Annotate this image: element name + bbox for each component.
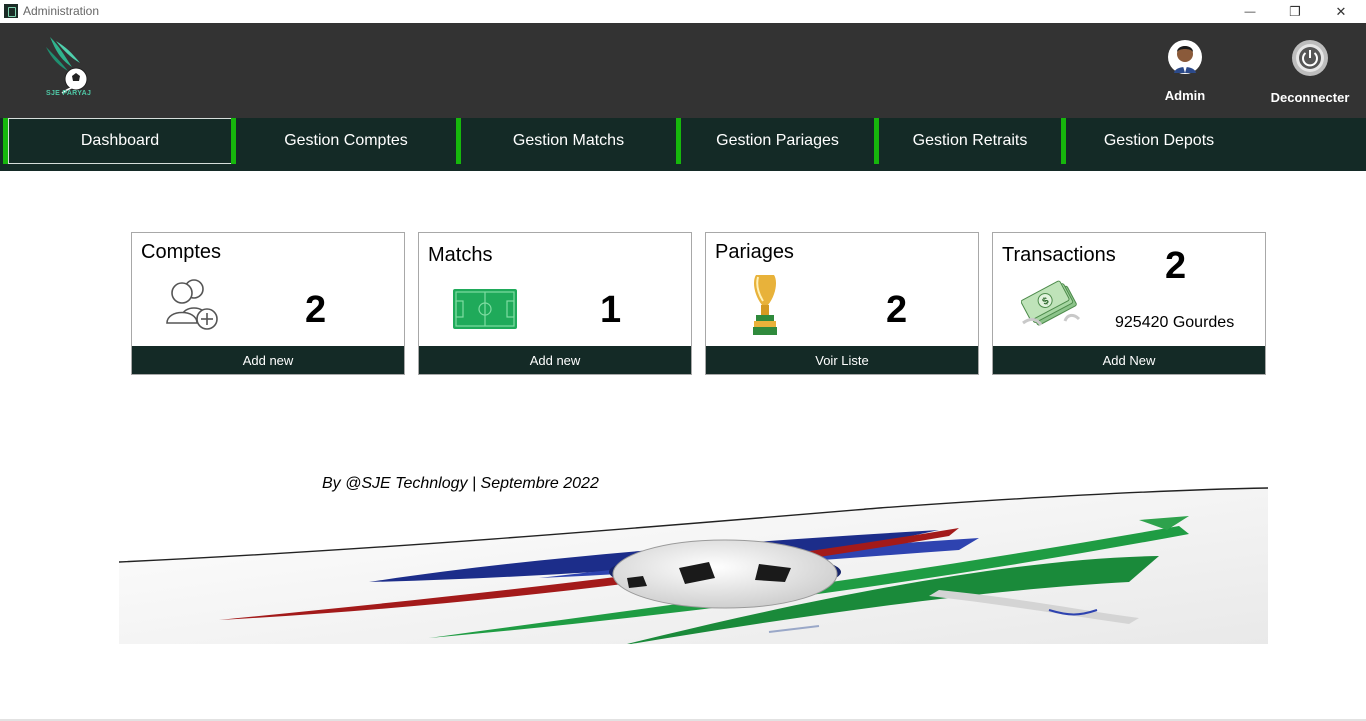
restore-button[interactable]: ❐ (1272, 0, 1318, 23)
power-icon (1292, 40, 1328, 76)
card-title: Transactions (1002, 244, 1116, 266)
app-icon (4, 4, 18, 18)
admin-label: Admin (1164, 88, 1206, 103)
main-nav: Dashboard Gestion Comptes Gestion Matchs… (0, 118, 1366, 171)
logo-text: SJE PARYAJ (46, 90, 92, 97)
card-matchs: Matchs 1 Add new (418, 232, 692, 375)
card-title: Matchs (428, 244, 493, 266)
card-count: 1 (600, 289, 622, 331)
logout-button[interactable]: Deconnecter (1258, 39, 1362, 105)
window-title: Administration (23, 4, 100, 18)
card-title: Comptes (141, 241, 222, 263)
minimize-icon: — (1244, 5, 1256, 18)
add-user-icon (166, 279, 218, 330)
tab-gestion-comptes[interactable]: Gestion Comptes (236, 118, 456, 164)
card-comptes: Comptes 2 Add new (131, 232, 405, 375)
trophy-icon (753, 275, 777, 335)
soccer-field-icon (453, 289, 517, 329)
card-title: Pariages (715, 241, 794, 263)
window-titlebar: Administration — ❐ ✕ (0, 0, 1366, 23)
tab-gestion-depots[interactable]: Gestion Depots (1066, 118, 1252, 164)
close-icon: ✕ (1335, 3, 1347, 19)
tab-gestion-retraits[interactable]: Gestion Retraits (879, 118, 1061, 164)
logout-label: Deconnecter (1270, 90, 1350, 105)
add-transaction-button[interactable]: Add New (993, 346, 1265, 374)
app-header: SJE PARYAJ Admin Deconnecter (0, 23, 1366, 118)
add-compte-button[interactable]: Add new (132, 346, 404, 374)
card-amount: 925420 Gourdes (1115, 314, 1235, 331)
close-button[interactable]: ✕ (1318, 0, 1364, 23)
tab-gestion-matchs[interactable]: Gestion Matchs (461, 118, 676, 164)
tab-gestion-pariages[interactable]: Gestion Pariages (681, 118, 874, 164)
card-transactions: Transactions 2 $ 925420 Gourdes Add New (992, 232, 1266, 375)
admin-avatar-icon (1168, 40, 1202, 74)
restore-icon: ❐ (1289, 3, 1301, 19)
card-count: 2 (886, 289, 908, 331)
card-pariages: Pariages 2 Voir Liste (705, 232, 979, 375)
tab-dashboard[interactable]: Dashboard (8, 118, 232, 164)
voir-liste-button[interactable]: Voir Liste (706, 346, 978, 374)
minimize-button[interactable]: — (1227, 0, 1273, 23)
card-count: 2 (305, 289, 327, 331)
football-banner-image (119, 487, 1268, 644)
card-count: 2 (1165, 245, 1187, 287)
admin-profile[interactable]: Admin (1150, 37, 1220, 103)
add-match-button[interactable]: Add new (419, 346, 691, 374)
money-icon: $ (1021, 280, 1081, 326)
